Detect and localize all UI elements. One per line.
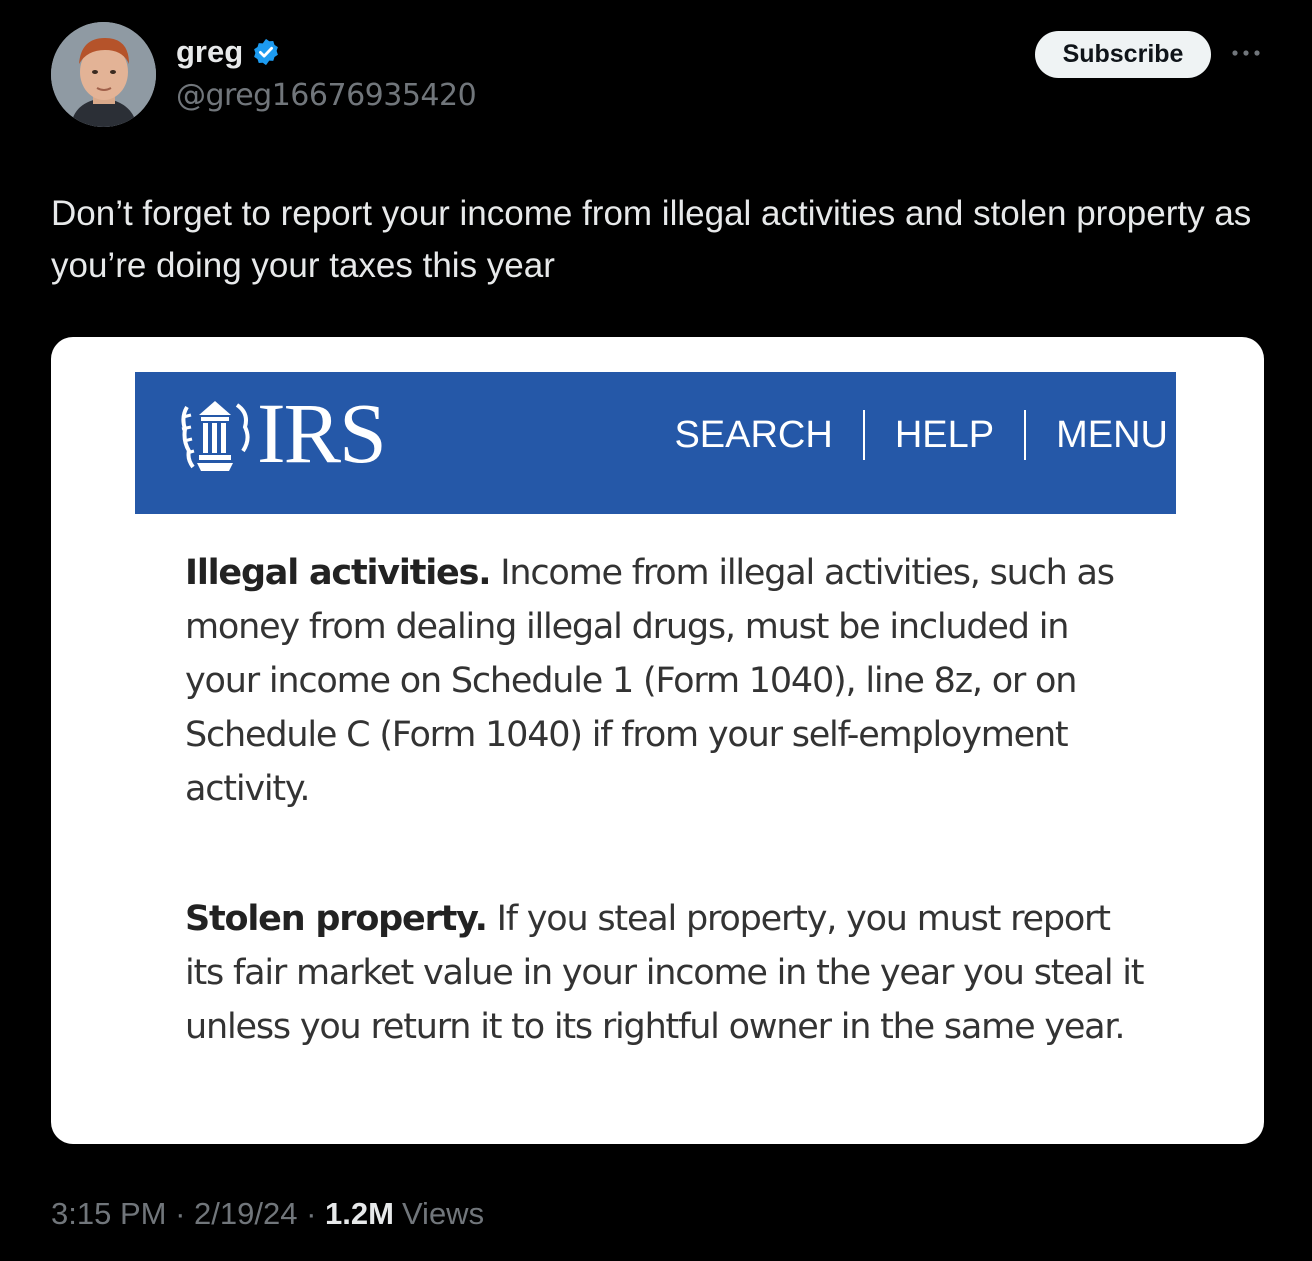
irs-nav-menu: MENU bbox=[1056, 413, 1168, 456]
irs-header: IRS SEARCH HELP MENU bbox=[135, 372, 1176, 514]
nav-divider bbox=[1024, 410, 1027, 460]
paragraph-title: Stolen property. bbox=[185, 899, 488, 939]
paragraph-illegal-activities: Illegal activities. Income from illegal … bbox=[185, 546, 1145, 816]
tweet-image[interactable]: IRS SEARCH HELP MENU Illegal activities.… bbox=[51, 337, 1264, 1144]
paragraph-stolen-property: Stolen property. If you steal property, … bbox=[185, 892, 1145, 1054]
meta-separator: · bbox=[297, 1196, 326, 1231]
author-handle[interactable]: @greg16676935420 bbox=[176, 78, 477, 113]
author-name[interactable]: greg bbox=[176, 34, 243, 70]
irs-nav: SEARCH HELP MENU bbox=[674, 410, 1168, 460]
author-avatar[interactable] bbox=[51, 22, 156, 127]
irs-logo: IRS bbox=[179, 385, 387, 481]
tweet-meta: 3:15 PM · 2/19/24 · 1.2M Views bbox=[51, 1196, 484, 1232]
irs-logo-text: IRS bbox=[257, 385, 387, 481]
more-options-icon[interactable] bbox=[1228, 38, 1264, 68]
views-label: Views bbox=[401, 1196, 485, 1231]
tweet-date[interactable]: 2/19/24 bbox=[194, 1196, 297, 1232]
meta-separator: · bbox=[166, 1196, 195, 1231]
verified-badge-icon bbox=[251, 37, 281, 67]
paragraph-title: Illegal activities. bbox=[185, 553, 492, 593]
tweet-time[interactable]: 3:15 PM bbox=[51, 1196, 166, 1232]
irs-nav-search: SEARCH bbox=[674, 413, 833, 456]
author-name-row[interactable]: greg bbox=[176, 34, 281, 70]
irs-eagle-icon bbox=[181, 401, 250, 471]
avatar-photo bbox=[51, 22, 156, 127]
views-count: 1.2M bbox=[325, 1196, 394, 1231]
nav-divider bbox=[862, 410, 865, 460]
tweet-text: Don’t forget to report your income from … bbox=[51, 194, 1252, 285]
subscribe-button[interactable]: Subscribe bbox=[1035, 31, 1211, 78]
irs-nav-help: HELP bbox=[894, 413, 995, 456]
